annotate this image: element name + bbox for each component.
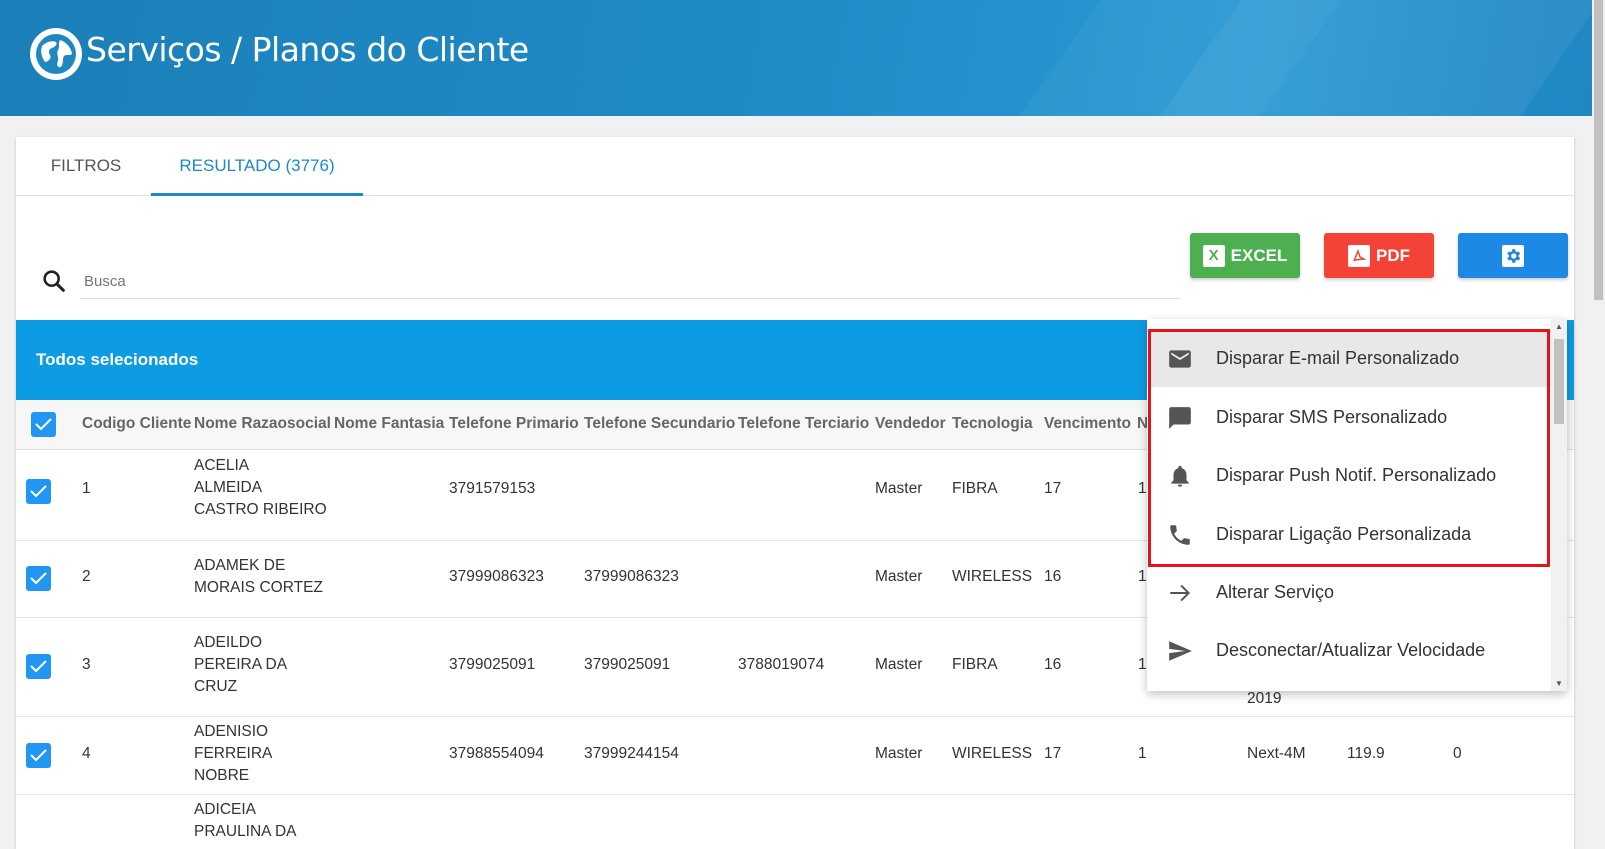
scrollbar-thumb[interactable] (1594, 0, 1603, 300)
cell-n: 1 (1138, 745, 1147, 762)
cell-codigo: 2 (82, 568, 91, 585)
cell-vencimento: 16 (1044, 568, 1062, 585)
cell-vencimento: 17 (1044, 480, 1062, 497)
menu-scrollbar[interactable]: ▲ ▼ (1551, 319, 1567, 691)
row-checkbox[interactable] (26, 654, 51, 679)
cell-vendedor: Master (875, 656, 923, 673)
cell-tel2: 37999086323 (584, 568, 679, 585)
send-icon (1169, 641, 1192, 661)
tab-resultado[interactable]: RESULTADO (3776) (151, 137, 363, 196)
cell-tecnologia: FIBRA (952, 656, 998, 673)
table-row[interactable]: 4 ADENISIO FERREIRA NOBRE 37988554094 37… (16, 717, 1574, 795)
cell-tel1: 3799025091 (449, 656, 536, 673)
cell-tel3: 3788019074 (738, 656, 825, 673)
tab-filtros[interactable]: FILTROS (26, 137, 146, 196)
page-title: Serviços / Planos do Cliente (86, 30, 529, 69)
scroll-down-arrow-icon[interactable]: ▼ (1555, 679, 1563, 688)
cell-nome-line: ADEILDO (194, 634, 263, 651)
pdf-export-button[interactable]: PDF (1324, 233, 1434, 278)
cell-tel1: 3791579153 (449, 480, 536, 497)
tab-bar: FILTROS RESULTADO (3776) (16, 137, 1574, 196)
row-checkbox[interactable] (26, 566, 51, 591)
column-header[interactable]: Tecnologia (952, 415, 1033, 433)
cell-valor: 119.9 (1347, 745, 1385, 762)
page-scrollbar[interactable] (1592, 0, 1605, 849)
highlight-annotation-box (1148, 329, 1550, 567)
cell-codigo: 4 (82, 745, 91, 762)
cell-n: 1 (1138, 568, 1147, 585)
cell-tel2: 37999244154 (584, 745, 679, 762)
cell-nome: ACELIA ALMEIDA CASTRO RIBEIRO (194, 455, 327, 521)
cell-nome: ADICEIA PRAULINA DA (194, 799, 297, 843)
pdf-icon (1348, 244, 1370, 267)
cell-desconto: 0 (1453, 745, 1462, 762)
row-checkbox[interactable] (26, 479, 51, 504)
column-header[interactable]: Telefone Primario (449, 415, 579, 433)
cell-codigo: 1 (82, 480, 91, 497)
cell-vencimento: 17 (1044, 745, 1062, 762)
arrow-right-icon (1170, 584, 1191, 602)
cell-nome-line: MORAIS CORTEZ (194, 579, 323, 596)
search-input[interactable] (80, 259, 1180, 299)
cell-n: 1 (1138, 656, 1147, 673)
excel-icon: X (1202, 244, 1225, 267)
cell-nome-line: ALMEIDA (194, 479, 263, 496)
cell-nome: ADEILDO PEREIRA DA CRUZ (194, 632, 287, 698)
gear-icon (1502, 244, 1524, 267)
cell-nome-line: CRUZ (194, 678, 238, 695)
row-checkbox[interactable] (26, 743, 51, 768)
globe-logo-icon (30, 28, 82, 80)
cell-vendedor: Master (875, 745, 923, 762)
column-header[interactable]: Nome Fantasia (334, 415, 444, 433)
column-header[interactable]: Vendedor (875, 415, 946, 433)
select-all-checkbox[interactable] (31, 412, 56, 437)
column-header[interactable]: Telefone Terciario (738, 415, 869, 433)
cell-nome: ADAMEK DE MORAIS CORTEZ (194, 555, 323, 599)
column-header[interactable]: Nome Razaosocial (194, 415, 331, 433)
cell-vendedor: Master (875, 480, 923, 497)
cell-tecnologia: FIBRA (952, 480, 998, 497)
cell-nome-line: NOBRE (194, 767, 250, 784)
cell-nome-line: FERREIRA (194, 745, 273, 762)
column-header[interactable]: Vencimento (1044, 415, 1131, 433)
cell-nome-line: PRAULINA DA (194, 823, 297, 840)
cell-nome-line: CASTRO RIBEIRO (194, 501, 327, 518)
menu-item-label: Alterar Serviço (1216, 581, 1335, 602)
cell-tecnologia: WIRELESS (952, 568, 1033, 585)
cell-vencimento: 16 (1044, 656, 1062, 673)
menu-item-desconectar[interactable]: Desconectar/Atualizar Velocidade (1147, 621, 1551, 679)
selection-label: Todos selecionados (36, 350, 199, 369)
cell-nome-line: ADENISIO (194, 723, 269, 740)
cell-vendedor: Master (875, 568, 923, 585)
menu-item-label: Desconectar/Atualizar Velocidade (1216, 639, 1486, 660)
excel-export-button[interactable]: X EXCEL (1190, 233, 1300, 278)
cell-tel2: 3799025091 (584, 656, 671, 673)
cell-nome-line: ADICEIA (194, 801, 257, 818)
column-header[interactable]: Codigo Cliente (82, 415, 191, 433)
settings-button[interactable] (1458, 233, 1568, 278)
pdf-button-label: PDF (1376, 245, 1410, 265)
page-header: Serviços / Planos do Cliente (0, 0, 1592, 116)
cell-tel1: 37988554094 (449, 745, 544, 762)
menu-item-alterar-servico[interactable]: Alterar Serviço (1147, 563, 1551, 621)
table-row[interactable]: ADICEIA PRAULINA DA (16, 795, 1574, 849)
cell-n: 1 (1138, 480, 1147, 497)
cell-nome-line: ACELIA (194, 457, 250, 474)
cell-tecnologia: WIRELESS (952, 745, 1033, 762)
excel-button-label: EXCEL (1230, 245, 1288, 265)
cell-codigo: 3 (82, 656, 91, 673)
cell-nome-line: PEREIRA DA (194, 656, 288, 673)
search-icon (43, 270, 65, 292)
menu-scrollbar-thumb[interactable] (1554, 339, 1564, 424)
column-header[interactable]: Telefone Secundario (584, 415, 735, 433)
cell-nome: ADENISIO FERREIRA NOBRE (194, 721, 272, 787)
scroll-up-arrow-icon[interactable]: ▲ (1555, 322, 1563, 331)
cell-extra: 2019 (1247, 690, 1282, 707)
cell-nome-line: ADAMEK DE (194, 557, 286, 574)
cell-tel1: 37999086323 (449, 568, 544, 585)
cell-plano: Next-4M (1247, 745, 1306, 762)
